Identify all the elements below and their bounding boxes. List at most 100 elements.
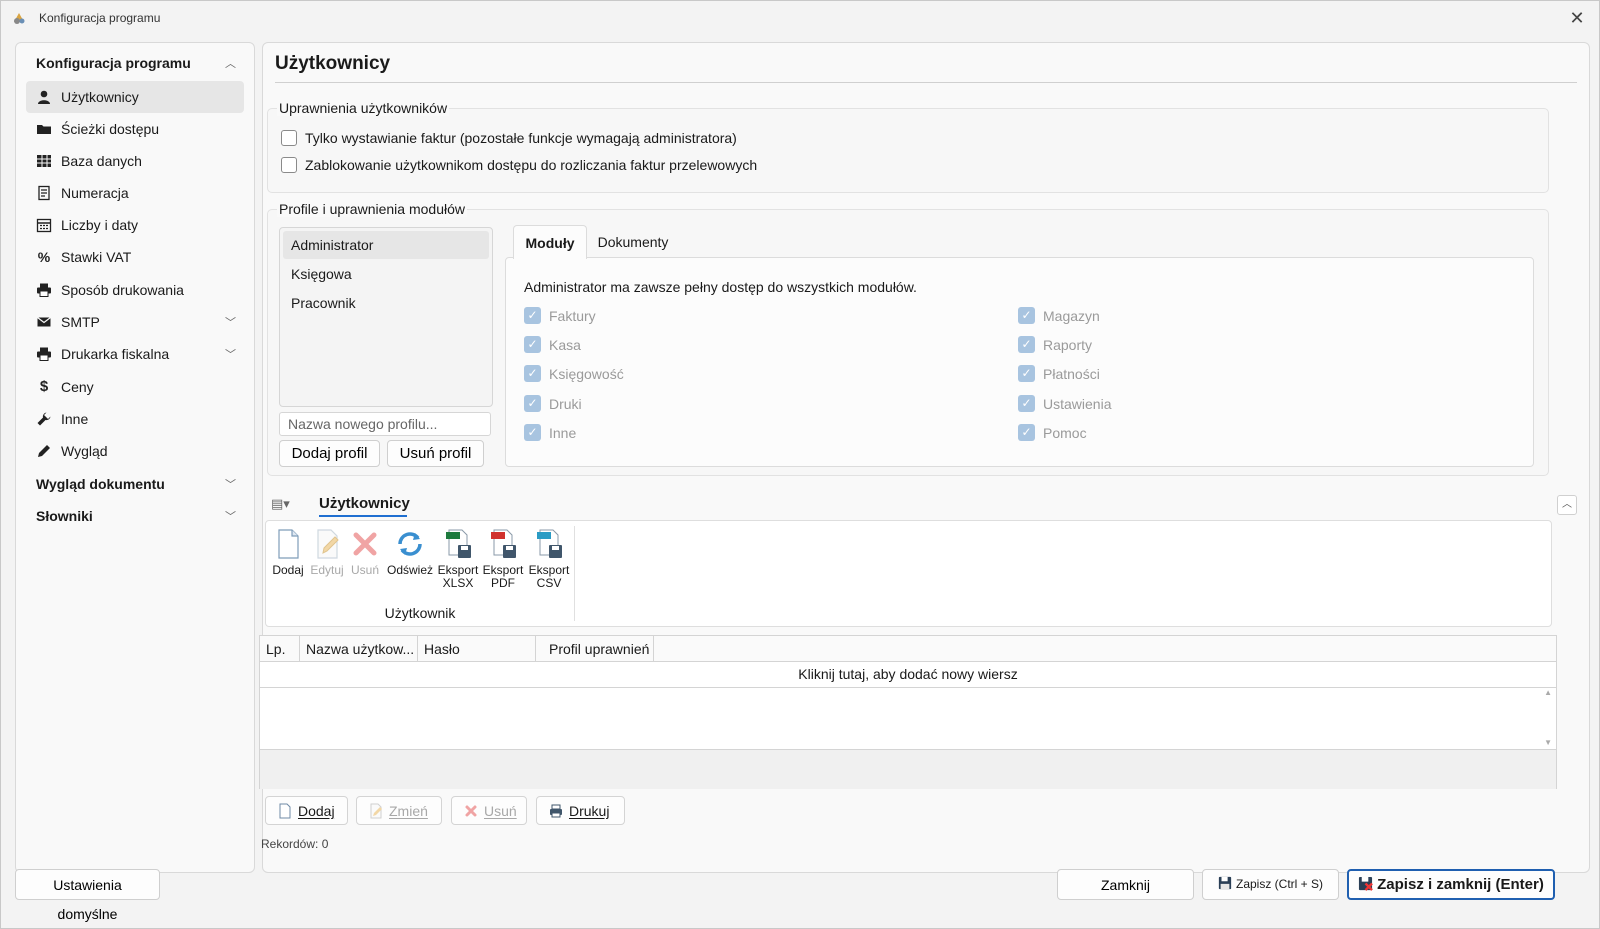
nav-button-label: Dodaj [298,803,335,819]
ribbon-button-label: Eksport CSV [528,563,570,590]
sidebar-item-label: SMTP [61,314,100,330]
add-new-row[interactable]: Kliknij tutaj, aby dodać nowy wiersz [260,662,1556,688]
sidebar-item-label: Sposób drukowania [61,282,184,298]
table-icon [37,155,51,167]
sidebar-item-users[interactable]: Użytkownicy [26,81,244,113]
nav-change-button[interactable]: Zmień [356,796,442,825]
save-and-close-button[interactable]: Zapisz i zamknij (Enter) [1347,869,1555,900]
ribbon-export-csv-button[interactable]: Eksport CSV [527,529,571,590]
check-icon: ✓ [1018,365,1035,382]
dollar-icon: $ [39,378,49,395]
sidebar-item-label: Ceny [61,379,94,395]
column-header-username[interactable]: Nazwa użytkow... [300,636,418,661]
scroll-down-icon[interactable]: ▼ [1544,738,1552,747]
ribbon-button-label: Eksport PDF [482,563,524,590]
percent-icon: % [37,249,51,265]
restore-defaults-button[interactable]: Ustawienia domyślne [15,869,160,922]
check-icon: ✓ [524,424,541,441]
sidebar-group-label: Wygląd dokumentu [36,476,165,492]
nav-print-button[interactable]: Drukuj [536,796,625,825]
option-checkbox[interactable] [281,157,297,173]
chevron-up-icon: ︿ [225,58,236,70]
wrench-icon [37,412,51,426]
printer-icon [550,804,562,818]
printer-icon [37,283,51,297]
edit-icon [317,529,339,559]
column-header-password[interactable]: Hasło [418,636,536,661]
sidebar-item-vat[interactable]: % Stawki VAT [26,241,244,273]
nav-delete-button[interactable]: Usuń [451,796,527,825]
nav-button-label: Zmień [389,803,428,819]
sidebar-item-smtp[interactable]: SMTP ﹀ [26,306,244,338]
save-button[interactable]: Zapisz (Ctrl + S) [1202,869,1339,900]
column-header-profile[interactable]: Profil uprawnień [536,636,654,661]
export-csv-icon [537,529,562,558]
sidebar-item-printing[interactable]: Sposób drukowania [26,274,244,306]
profile-label: Pracownik [291,295,356,311]
sidebar-group-document-appearance[interactable]: Wygląd dokumentu ﹀ [16,468,254,500]
view-options-icon[interactable]: ▤▾ [271,496,291,512]
users-grid: Lp. Nazwa użytkow... Hasło Profil uprawn… [259,635,1557,789]
add-profile-button[interactable]: Dodaj profil [279,440,380,467]
profile-item-employee[interactable]: Pracownik [283,289,489,317]
check-icon: ✓ [1018,395,1035,412]
sidebar-group-dictionaries[interactable]: Słowniki ﹀ [16,500,254,532]
profile-item-administrator[interactable]: Administrator [283,231,489,259]
ribbon-export-pdf-button[interactable]: Eksport PDF [481,529,525,590]
nav-add-button[interactable]: Dodaj [265,796,348,825]
ribbon-add-button[interactable]: Dodaj [270,529,306,589]
ribbon-group-label: Użytkownik [384,605,456,621]
ribbon-refresh-button[interactable]: Odśwież [386,529,434,589]
ribbon-delete-button[interactable]: Usuń [348,529,382,589]
sidebar-item-paths[interactable]: Ścieżki dostępu [26,113,244,145]
config-window: Konfiguracja programu ✕ Konfiguracja pro… [0,0,1600,929]
collapse-ribbon-icon[interactable]: ︿ [1557,495,1577,515]
sidebar-item-label: Wygląd [61,443,108,459]
new-profile-input[interactable] [279,412,491,436]
scroll-up-icon[interactable]: ▲ [1544,688,1552,697]
sidebar-item-numbers-dates[interactable]: Liczby i daty [26,209,244,241]
ribbon-edit-button[interactable]: Edytuj [308,529,346,589]
ribbon-export-xlsx-button[interactable]: Eksport XLSX [436,529,480,590]
sidebar-item-other[interactable]: Inne [26,403,244,435]
sidebar-item-numbering[interactable]: Numeracja [26,177,244,209]
module-label: Druki [549,396,582,412]
users-section-title: Użytkownicy [319,495,410,512]
sidebar-item-fiscal-printer[interactable]: Drukarka fiskalna ﹀ [26,338,244,370]
ribbon-button-label: Edytuj [310,563,344,577]
sidebar-group-config[interactable]: Konfiguracja programu ︿ [16,47,254,79]
mail-icon [37,317,51,327]
page-title: Użytkownicy [275,53,391,74]
close-button[interactable]: Zamknij [1057,869,1194,900]
permissions-group [267,108,1549,193]
tab-modules[interactable]: Moduły [513,225,587,259]
chevron-down-icon: ﹀ [225,349,236,361]
delete-icon [465,805,477,817]
admin-info-text: Administrator ma zawsze pełny dostęp do … [524,279,917,295]
printer-icon [37,347,51,361]
new-document-icon [279,803,291,819]
new-document-icon [278,529,299,559]
grid-footer [260,749,1556,789]
module-label: Ustawienia [1043,396,1112,412]
tab-documents[interactable]: Dokumenty [593,225,673,258]
sidebar-item-appearance[interactable]: Wygląd [26,435,244,467]
option-checkbox[interactable] [281,130,297,146]
ribbon-separator [574,526,575,621]
app-icon [14,13,25,24]
sidebar-item-prices[interactable]: $ Ceny [26,371,244,403]
remove-profile-button[interactable]: Usuń profil [387,440,484,467]
column-header-lp[interactable]: Lp. [260,636,300,661]
sidebar-item-database[interactable]: Baza danych [26,145,244,177]
module-label: Magazyn [1043,308,1100,324]
document-icon [38,185,50,201]
profile-item-accountant[interactable]: Księgowa [283,260,489,288]
sidebar-item-label: Numeracja [61,185,129,201]
sidebar-item-label: Użytkownicy [61,89,139,105]
permissions-group-title: Uprawnienia użytkowników [277,100,450,116]
chevron-down-icon: ﹀ [225,317,236,329]
check-icon: ✓ [524,395,541,412]
grid-header: Lp. Nazwa użytkow... Hasło Profil uprawn… [260,636,1556,662]
check-icon: ✓ [524,365,541,382]
close-icon[interactable]: ✕ [1565,6,1589,30]
